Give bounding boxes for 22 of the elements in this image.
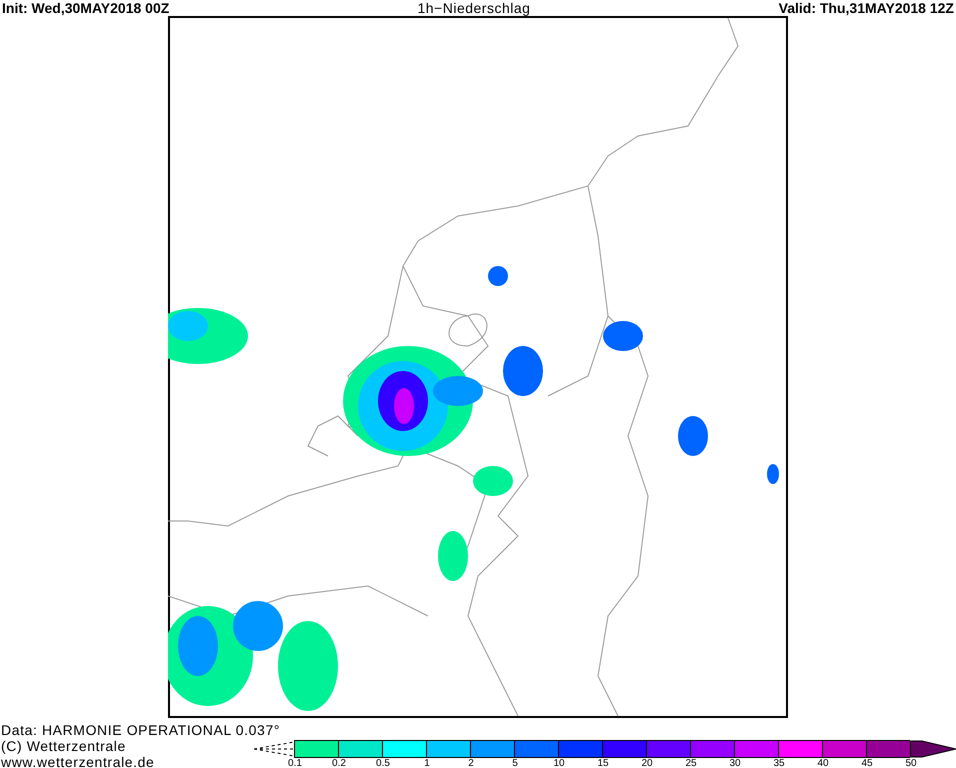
footer-text: Data: HARMONIE OPERATIONAL 0.037° [1, 722, 282, 738]
legend-tick-label: 20 [640, 758, 654, 768]
legend-tick-label: 2 [467, 758, 475, 768]
legend-tick-label: 0.2 [331, 758, 347, 768]
legend-tick-label: 10 [552, 758, 566, 768]
init-time: Init: Wed,30MAY2018 00Z [2, 0, 170, 16]
legend-tick-label: 45 [860, 758, 874, 768]
legend-tick-label: 0.5 [375, 758, 391, 768]
legend-tick-label: 5 [511, 758, 519, 768]
legend-tick-label: 1 [423, 758, 431, 768]
footer-text: (C) Wetterzentrale [1, 738, 127, 754]
valid-time: Valid: Thu,31MAY2018 12Z [778, 0, 954, 16]
legend-tick-label: 40 [816, 758, 830, 768]
footer-text: www.wetterzentrale.de [1, 754, 156, 768]
legend-tick-label: 0.1 [287, 758, 303, 768]
legend-tick-label: 15 [596, 758, 610, 768]
legend-tick-label: 50 [904, 758, 918, 768]
legend-tick-label: 35 [772, 758, 786, 768]
map-title: 1h−Niederschlag [417, 0, 530, 16]
legend-tick-label: 25 [684, 758, 698, 768]
legend-tick-label: 30 [728, 758, 742, 768]
below-range-dashed-icon [254, 741, 294, 757]
